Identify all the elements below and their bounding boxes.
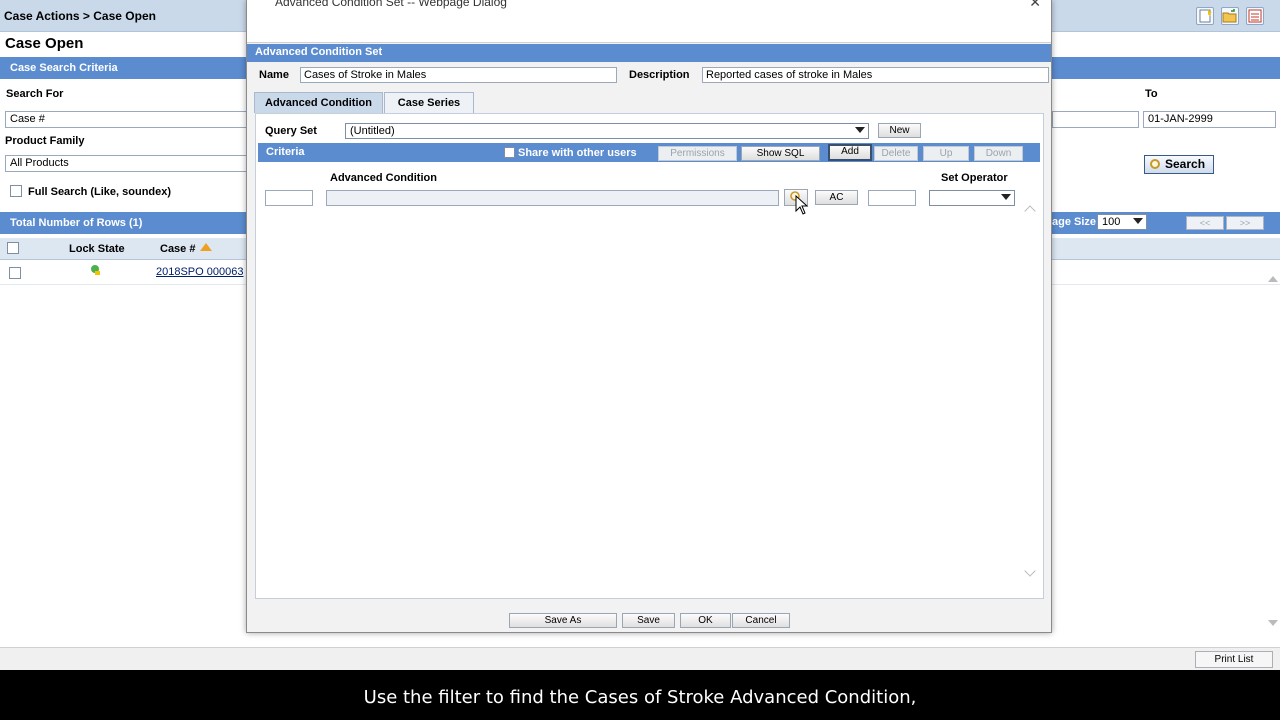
to-date-field[interactable]: 01-JAN-2999 bbox=[1143, 111, 1276, 128]
dialog-window-title: Advanced Condition Set -- Webpage Dialog bbox=[275, 0, 507, 9]
breadcrumb: Case Actions > Case Open bbox=[4, 9, 156, 23]
description-label: Description bbox=[629, 69, 690, 81]
open-paren-field[interactable] bbox=[265, 190, 313, 206]
permissions-button[interactable]: Permissions bbox=[658, 146, 737, 161]
video-caption: Use the filter to find the Cases of Stro… bbox=[0, 670, 1280, 720]
name-label: Name bbox=[259, 69, 289, 81]
open-folder-icon[interactable] bbox=[1221, 7, 1239, 25]
scroll-up-icon[interactable] bbox=[1268, 276, 1278, 282]
page-size-value: 100 bbox=[1102, 216, 1121, 228]
sort-ascending-icon bbox=[200, 243, 212, 251]
share-label: Share with other users bbox=[518, 147, 637, 159]
close-icon[interactable]: ✕ bbox=[1029, 0, 1041, 11]
up-button[interactable]: Up bbox=[923, 146, 969, 161]
dialog-header: Advanced Condition Set bbox=[247, 44, 1051, 62]
row-checkbox[interactable] bbox=[9, 267, 21, 279]
advanced-condition-set-dialog: Advanced Condition Set -- Webpage Dialog… bbox=[246, 0, 1052, 633]
save-as-button[interactable]: Save As bbox=[509, 613, 617, 628]
list-view-icon[interactable] bbox=[1246, 7, 1264, 25]
name-field[interactable]: Cases of Stroke in Males bbox=[300, 67, 617, 83]
search-for-field[interactable]: Case # bbox=[5, 111, 250, 128]
description-field[interactable]: Reported cases of stroke in Males bbox=[702, 67, 1049, 83]
page-size-label: age Size bbox=[1052, 216, 1097, 228]
case-number-link[interactable]: 2018SPO 000063 bbox=[156, 266, 243, 278]
advanced-condition-field[interactable] bbox=[326, 190, 779, 206]
delete-button[interactable]: Delete bbox=[874, 146, 918, 161]
product-family-label: Product Family bbox=[5, 135, 85, 147]
column-case-number[interactable]: Case # bbox=[160, 243, 195, 255]
search-for-label: Search For bbox=[6, 88, 64, 100]
from-date-field[interactable] bbox=[1052, 111, 1139, 128]
pager-prev-button[interactable]: << bbox=[1186, 216, 1224, 230]
mouse-cursor-icon bbox=[795, 195, 809, 215]
pager-next-button[interactable]: >> bbox=[1226, 216, 1264, 230]
full-search-checkbox[interactable] bbox=[10, 185, 22, 197]
tab-case-series[interactable]: Case Series bbox=[384, 92, 474, 113]
add-button[interactable]: Add bbox=[828, 144, 872, 161]
criteria-label: Criteria bbox=[266, 146, 305, 158]
query-set-label: Query Set bbox=[265, 125, 317, 137]
ok-button[interactable]: OK bbox=[680, 613, 731, 628]
share-checkbox[interactable] bbox=[504, 147, 515, 158]
chevron-down-icon bbox=[855, 127, 865, 133]
page-size-select[interactable]: 100 bbox=[1097, 214, 1147, 230]
to-label: To bbox=[1145, 88, 1158, 100]
down-button[interactable]: Down bbox=[974, 146, 1023, 161]
search-button-label: Search bbox=[1165, 157, 1206, 171]
share-option[interactable]: Share with other users bbox=[504, 147, 637, 159]
column-advanced-condition: Advanced Condition bbox=[330, 172, 437, 184]
dialog-title-bar: Advanced Condition Set -- Webpage Dialog… bbox=[247, 0, 1051, 43]
scroll-down-icon[interactable] bbox=[1268, 620, 1278, 626]
unlocked-icon bbox=[89, 264, 101, 276]
chevron-down-icon bbox=[1133, 218, 1143, 224]
total-rows-label: Total Number of Rows (1) bbox=[10, 217, 143, 229]
advanced-condition-panel bbox=[255, 113, 1044, 599]
ac-button[interactable]: AC bbox=[815, 190, 858, 205]
product-family-field[interactable]: All Products bbox=[5, 155, 250, 172]
column-set-operator: Set Operator bbox=[941, 172, 1008, 184]
show-sql-button[interactable]: Show SQL bbox=[741, 146, 820, 161]
bottom-bar bbox=[0, 647, 1280, 670]
save-button[interactable]: Save bbox=[622, 613, 675, 628]
close-paren-field[interactable] bbox=[868, 190, 916, 206]
query-set-select[interactable]: (Untitled) bbox=[345, 123, 869, 139]
cancel-button[interactable]: Cancel bbox=[732, 613, 790, 628]
tab-advanced-condition[interactable]: Advanced Condition bbox=[254, 92, 383, 113]
new-document-icon[interactable] bbox=[1196, 7, 1214, 25]
full-search-label: Full Search (Like, soundex) bbox=[28, 186, 172, 198]
page-title: Case Open bbox=[5, 35, 84, 52]
print-list-button[interactable]: Print List bbox=[1195, 651, 1273, 668]
search-icon bbox=[1150, 159, 1160, 169]
query-set-value: (Untitled) bbox=[350, 125, 395, 137]
new-button[interactable]: New bbox=[878, 123, 921, 138]
set-operator-select[interactable] bbox=[929, 190, 1015, 206]
chevron-down-icon bbox=[1001, 194, 1011, 200]
search-button[interactable]: Search bbox=[1144, 155, 1214, 174]
column-lock-state[interactable]: Lock State bbox=[69, 243, 125, 255]
select-all-checkbox[interactable] bbox=[7, 242, 19, 254]
